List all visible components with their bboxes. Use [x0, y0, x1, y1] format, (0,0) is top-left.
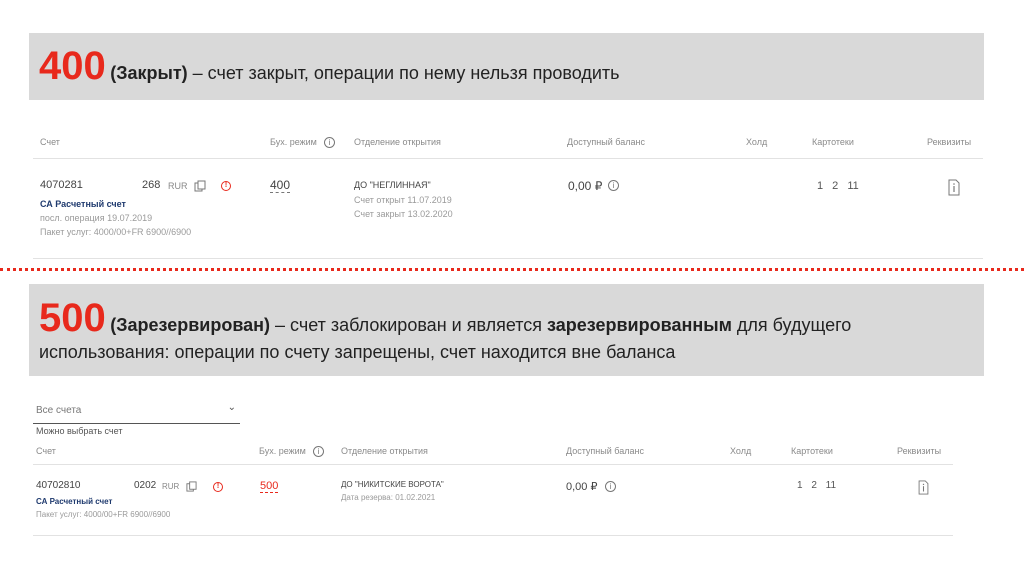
status-code-500: 500 — [39, 296, 106, 340]
status-500-description-part2: для будущего — [731, 315, 852, 335]
header-branch: Отделение открытия — [354, 137, 441, 147]
header-divider — [33, 158, 983, 159]
header-hold: Холд — [730, 446, 752, 456]
balance-value: 0,00 ₽ — [568, 179, 603, 193]
header-account: Счет — [36, 446, 56, 456]
copy-icon[interactable] — [186, 481, 197, 492]
error-icon[interactable]: ! — [221, 181, 231, 191]
section-separator — [0, 268, 1024, 271]
currency: RUR — [168, 181, 188, 191]
status-400-label: (Закрыт) — [110, 63, 188, 83]
status-500-banner: 500 (Зарезервирован) – счет заблокирован… — [29, 284, 984, 376]
last-operation: посл. операция 19.07.2019 — [40, 213, 153, 223]
status-500-line-1: 500 (Зарезервирован) – счет заблокирован… — [39, 296, 851, 341]
copy-icon[interactable] — [194, 180, 206, 192]
header-account: Счет — [40, 137, 60, 147]
account-suffix[interactable]: 268 — [142, 179, 160, 191]
header-mode: Бух. режим — [259, 446, 306, 456]
header-divider — [33, 464, 953, 465]
account-filter-value: Все счета — [36, 405, 82, 416]
account-number[interactable]: 40702810 — [36, 480, 81, 491]
info-icon[interactable]: i — [313, 446, 324, 457]
currency: RUR — [162, 482, 180, 491]
service-package: Пакет услуг: 4000/00+FR 6900//6900 — [40, 227, 192, 237]
reserve-date: Дата резерва: 01.02.2021 — [341, 493, 436, 502]
info-icon[interactable]: i — [608, 180, 619, 191]
status-400-banner: 400 (Закрыт) – счет закрыт, операции по … — [29, 33, 984, 100]
header-details: Реквизиты — [927, 137, 972, 147]
header-branch: Отделение открытия — [341, 446, 428, 456]
header-mode: Бух. режим — [270, 137, 317, 147]
account-name[interactable]: СА Расчетный счет — [36, 497, 112, 506]
row-divider — [33, 258, 983, 259]
mode-value[interactable]: 400 — [270, 178, 291, 193]
status-500-label: (Зарезервирован) — [110, 315, 271, 335]
document-icon[interactable] — [948, 179, 960, 196]
header-balance: Доступный баланс — [566, 446, 644, 456]
mode-value[interactable]: 500 — [260, 480, 279, 493]
header-cards: Картотеки — [812, 137, 854, 147]
header-hold: Холд — [746, 137, 768, 147]
cards-list[interactable]: 1 2 11 — [797, 480, 836, 491]
account-filter-select[interactable]: Все счета ⌄ — [33, 401, 240, 424]
info-icon[interactable]: i — [605, 481, 616, 492]
balance-value: 0,00 ₽ — [566, 481, 598, 493]
chevron-down-icon[interactable]: ⌄ — [228, 402, 236, 413]
header-balance: Доступный баланс — [567, 137, 645, 147]
status-code-400: 400 — [39, 44, 106, 88]
status-400-description: – счет закрыт, операции по нему нельзя п… — [187, 63, 620, 83]
row-divider — [33, 535, 953, 536]
branch-name: ДО "НИКИТСКИЕ ВОРОТА" — [341, 480, 444, 489]
account-suffix[interactable]: 0202 — [134, 480, 156, 491]
opened-date: Счет открыт 11.07.2019 — [354, 195, 452, 205]
header-cards: Картотеки — [791, 446, 833, 456]
service-package: Пакет услуг: 4000/00+FR 6900//6900 — [36, 510, 171, 519]
status-500-description-bold: зарезервированным — [547, 315, 732, 335]
closed-date: Счет закрыт 13.02.2020 — [354, 209, 453, 219]
branch-name: ДО "НЕГЛИННАЯ" — [354, 180, 431, 190]
status-500-line-2: использования: операции по счету запреще… — [39, 342, 676, 362]
info-icon[interactable]: i — [324, 137, 335, 148]
account-number[interactable]: 4070281 — [40, 179, 83, 191]
cards-list[interactable]: 1 2 11 — [817, 180, 859, 192]
status-500-description-part1: – счет заблокирован и является — [270, 315, 548, 335]
error-icon[interactable]: ! — [213, 482, 223, 492]
header-details: Реквизиты — [897, 446, 942, 456]
account-filter-hint: Можно выбрать счет — [36, 426, 123, 436]
status-400-line: 400 (Закрыт) – счет закрыт, операции по … — [39, 44, 620, 89]
account-name[interactable]: СА Расчетный счет — [40, 199, 126, 209]
document-icon[interactable] — [918, 480, 929, 495]
